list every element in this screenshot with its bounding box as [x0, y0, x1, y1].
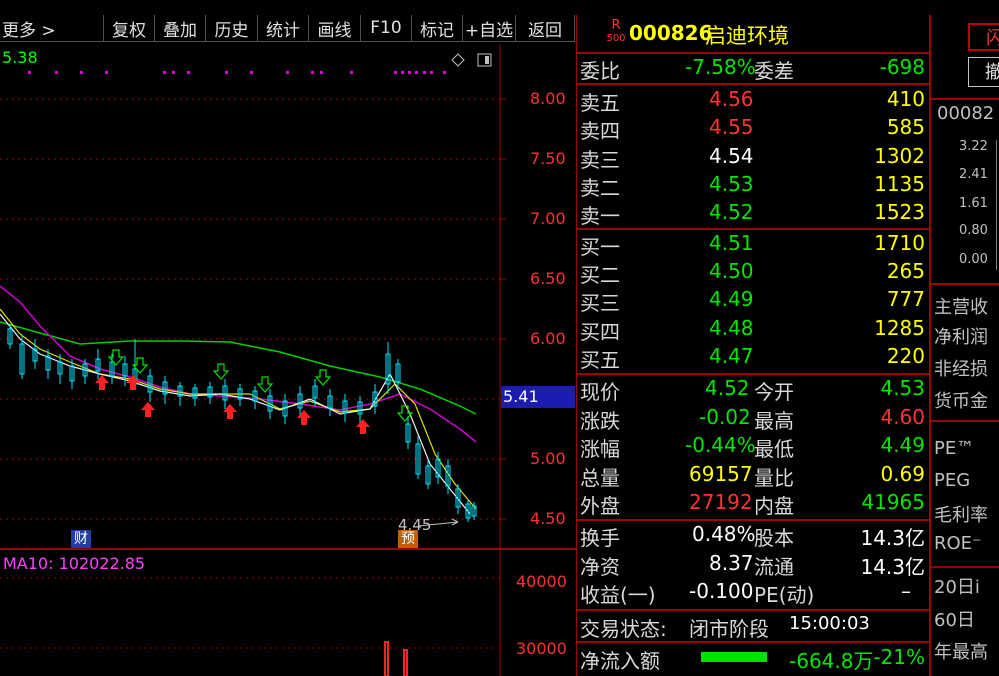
cancel-button[interactable]: 撤 [968, 57, 999, 87]
side-label-60d: 60日 [934, 610, 975, 631]
bid-row-2: 买二 4.50 265 [580, 259, 925, 287]
ask-row-3: 卖三 4.54 1302 [580, 144, 925, 172]
bid-row-4: 买四 4.48 1285 [580, 316, 925, 344]
toolbar-more-button[interactable]: 更多 > [0, 15, 104, 42]
side-label-peg: PEG [934, 470, 971, 491]
volume-bars [384, 641, 408, 676]
panel-toggle-icon [477, 53, 492, 67]
price-grid [0, 98, 500, 520]
forecast-tag[interactable]: 预 [398, 530, 418, 548]
toolbar-add-watchlist-button[interactable]: +自选 [463, 15, 516, 42]
stock-code: 000826 [629, 21, 713, 45]
divider-header [577, 52, 929, 54]
current-price-tag: 5.41 [501, 386, 575, 408]
side-label-netprofit: 净利润 [934, 327, 988, 348]
divider-weibi [577, 83, 929, 85]
side-label-grossmargin: 毛利率 [934, 505, 988, 526]
ma-yellow-line [0, 308, 477, 510]
side-label-yearhigh: 年最高 [934, 642, 988, 663]
toolbar-overlay-button[interactable]: 叠加 [155, 15, 206, 42]
trade-status-row: 交易状态: 闭市阶段 15:00:03 [580, 613, 870, 641]
top-strip [0, 0, 999, 15]
flash-button[interactable]: 闪 [968, 23, 999, 51]
price-tick-7-5: 7.50 [530, 149, 566, 168]
ask-row-4: 卖四 4.55 585 [580, 115, 925, 143]
financial-report-tag[interactable]: 财 [71, 530, 91, 548]
signal-dots [28, 71, 446, 74]
vol-tick-40000: 40000 [516, 572, 567, 591]
price-tick-6-5: 6.50 [530, 269, 566, 288]
net-flow-bar [701, 652, 767, 662]
toolbar-draw-button[interactable]: 画线 [309, 15, 361, 42]
volume-ma-label: MA10: 102022.85 [3, 554, 146, 573]
divider-fund [577, 609, 929, 611]
candles [7, 324, 477, 522]
stat-row-volume: 总量 69157 量比 0.69 [580, 462, 925, 490]
ask-row-1: 卖一 4.52 1523 [580, 200, 925, 228]
toolbar-fuquan-button[interactable]: 复权 [104, 15, 155, 42]
price-tick-5: 5.00 [530, 449, 566, 468]
stat-row-outer: 外盘 27192 内盘 41965 [580, 490, 925, 518]
ma-magenta-line [0, 285, 477, 443]
kline-chart[interactable]: 5.38 8.00 7.50 7.00 6.50 6.00 5.00 4.50 … [0, 44, 576, 676]
ask-row-5: 卖五 4.56 410 [580, 87, 925, 115]
price-tick-7: 7.00 [530, 209, 566, 228]
weicha-value: -698 [879, 55, 925, 79]
weicha-label: 委差 [754, 59, 794, 83]
divider-bids [577, 373, 929, 375]
fund-row-netasset: 净资 8.37 流通 14.3亿 [580, 551, 925, 579]
side-val-3: 1.61 [959, 196, 988, 211]
side-label-nonrecurring: 非经损 [934, 359, 988, 380]
side-label-revenue: 主营收 [934, 297, 988, 318]
quote-panel: R 500 000826 启迪环境 委比 -7.58% 委差 -698 卖五 4.… [576, 15, 929, 676]
toolbar-history-button[interactable]: 历史 [206, 15, 258, 42]
diamond-icon [451, 53, 465, 67]
side-val-1: 3.22 [959, 139, 988, 154]
toolbar-mark-button[interactable]: 标记 [412, 15, 463, 42]
net-flow-row: 净流入额 -664.8万 -21% [580, 645, 925, 673]
side-val-2: 2.41 [959, 167, 988, 182]
price-tick-4-5: 4.50 [530, 509, 566, 528]
weibi-value: -7.58% [685, 55, 756, 79]
price-tick-8: 8.00 [530, 89, 566, 108]
side-label-cash: 货币金 [934, 391, 988, 412]
price-ticks-marks [500, 98, 506, 520]
bid-row-3: 买三 4.49 777 [580, 287, 925, 315]
kline-svg[interactable] [0, 44, 576, 676]
ma-green-line [0, 321, 477, 415]
side-val-4: 0.80 [959, 223, 988, 238]
side-label-20d: 20日i [934, 577, 980, 598]
bid-row-5: 买五 4.47 220 [580, 344, 925, 372]
stock-name: 启迪环境 [705, 24, 789, 48]
price-tick-6: 6.00 [530, 329, 566, 348]
ask-row-2: 卖二 4.53 1135 [580, 172, 925, 200]
side-val-5: 0.00 [959, 252, 988, 267]
index-badge: R 500 [606, 18, 626, 44]
toolbar-stats-button[interactable]: 统计 [258, 15, 309, 42]
bid-row-1: 买一 4.51 1710 [580, 231, 925, 259]
stat-row-price: 现价 4.52 今开 4.53 [580, 376, 925, 404]
weibi-label: 委比 [580, 59, 620, 83]
divider-asks [577, 228, 929, 230]
side-label-pe: PE™ [934, 438, 975, 459]
toolbar-back-button[interactable]: 返回 [516, 15, 575, 42]
side-label-roe: ROE⁻ [934, 533, 982, 554]
fund-row-eps: 收益(一) -0.100 PE(动) – [580, 579, 911, 607]
chart-toolbar: 更多 > 复权 叠加 历史 统计 画线 F10 标记 +自选 返回 [0, 15, 575, 44]
divider-stats [577, 519, 929, 521]
vol-tick-30000: 30000 [516, 639, 567, 658]
stat-row-change: 涨跌 -0.02 最高 4.60 [580, 405, 925, 433]
ma-value-label: 5.38 [2, 48, 38, 67]
side-panel: 闪 撤 00082 3.22 2.41 1.61 0.80 0.00 主营收 净… [929, 15, 999, 676]
toolbar-f10-button[interactable]: F10 [361, 15, 412, 42]
stat-row-pct: 涨幅 -0.44% 最低 4.49 [580, 433, 925, 461]
weibi-row: 委比 -7.58% 委差 -698 [577, 55, 929, 83]
divider-status [577, 641, 929, 643]
fund-row-turnover: 换手 0.48% 股本 14.3亿 [580, 522, 925, 550]
side-stock-code: 00082 [937, 103, 995, 124]
